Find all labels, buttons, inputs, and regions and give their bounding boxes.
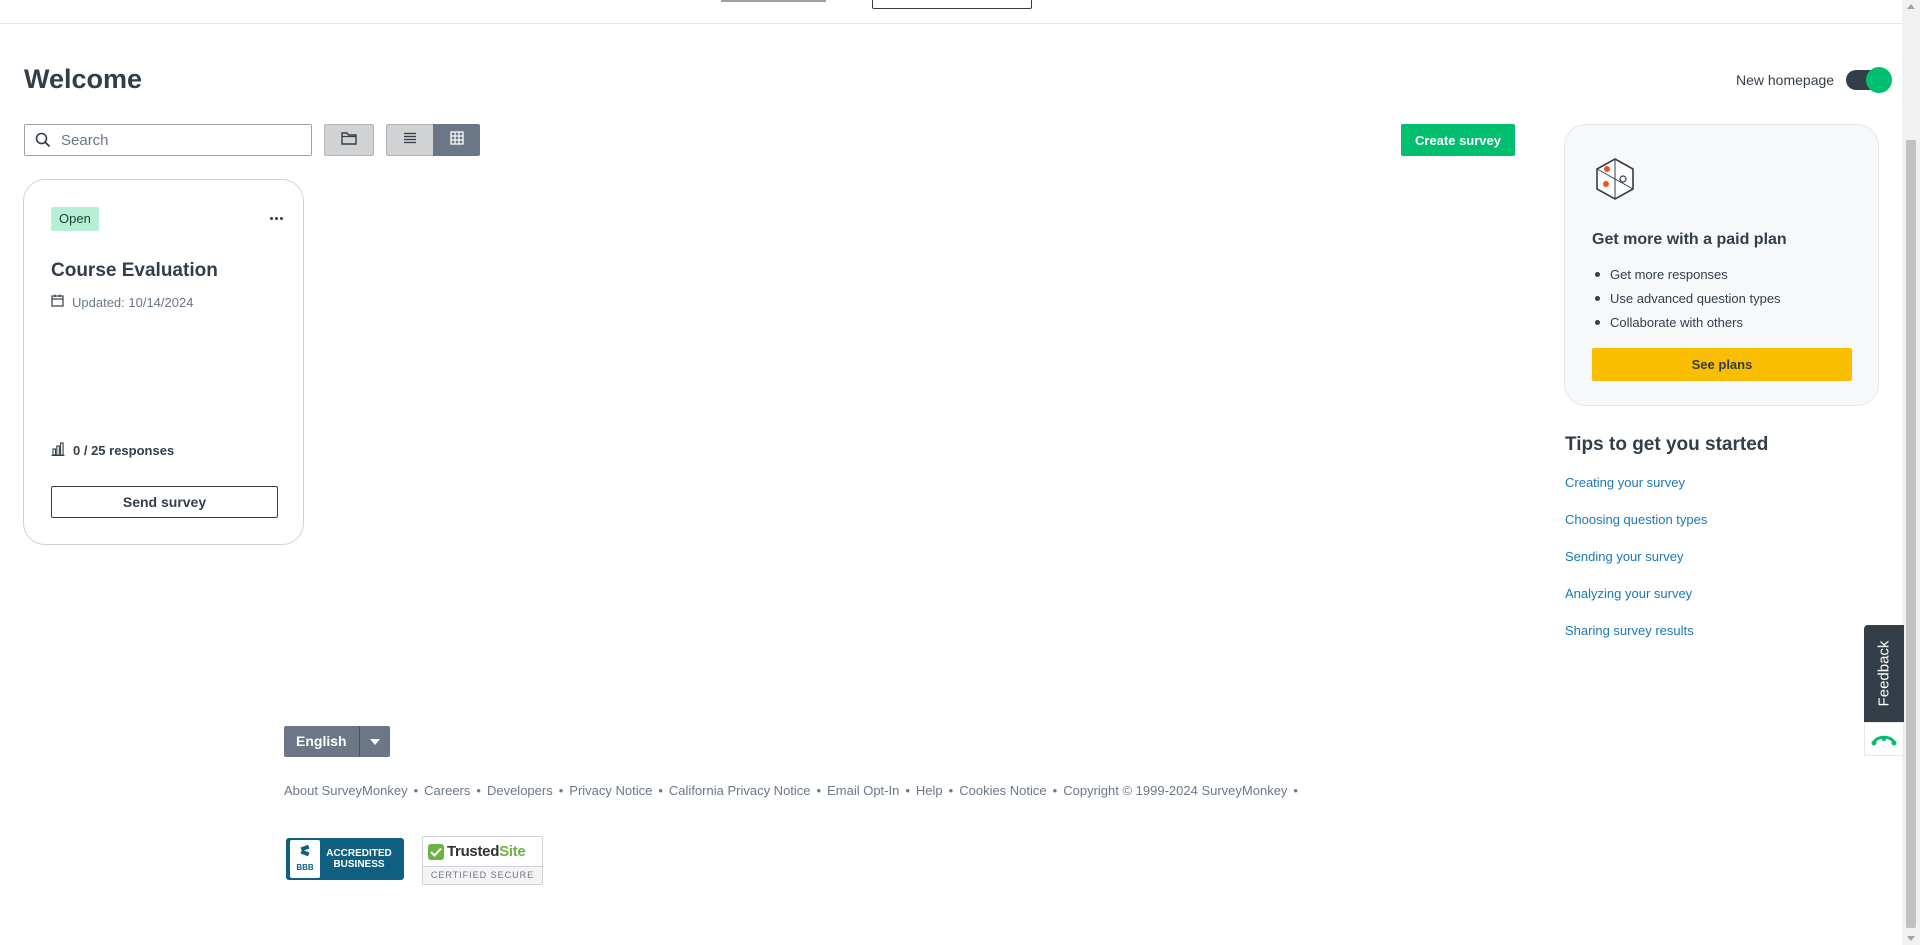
footer-link-email-optin[interactable]: Email Opt-In [827, 783, 899, 798]
tip-link-sharing[interactable]: Sharing survey results [1565, 623, 1694, 638]
list-view-button[interactable] [386, 124, 434, 156]
header-outline-button[interactable] [872, 0, 1032, 9]
paid-plan-icon [1593, 157, 1637, 206]
new-homepage-toggle-group: New homepage [1736, 67, 1893, 93]
scroll-down-icon[interactable] [1907, 936, 1915, 941]
scrollbar-thumb[interactable] [1906, 140, 1916, 928]
footer-link-help[interactable]: Help [916, 783, 943, 798]
promo-title: Get more with a paid plan [1592, 231, 1787, 248]
calendar-icon [51, 294, 64, 310]
footer-copyright: Copyright © 1999-2024 SurveyMonkey [1063, 783, 1288, 798]
tip-link-question-types[interactable]: Choosing question types [1565, 512, 1707, 527]
top-header [0, 0, 1902, 24]
toggle-knob [1866, 67, 1893, 93]
language-label: English [284, 726, 359, 757]
footer-link-careers[interactable]: Careers [424, 783, 470, 798]
svg-text:BBB: BBB [296, 863, 314, 872]
folder-button[interactable] [324, 124, 374, 156]
grid-icon [449, 130, 464, 150]
more-icon [269, 216, 273, 220]
see-plans-button[interactable]: See plans [1592, 348, 1852, 381]
survey-responses-text: 0 / 25 responses [73, 443, 175, 458]
bbb-badge-text: ACCREDITED BUSINESS [326, 848, 392, 870]
search-icon [25, 132, 61, 148]
bar-chart-icon [51, 442, 65, 459]
page-title: Welcome [24, 64, 143, 94]
footer-links: About SurveyMonkey • Careers • Developers •… [284, 783, 1298, 798]
send-survey-button[interactable]: Send survey [51, 486, 278, 518]
feedback-label: Feedback [1875, 640, 1893, 707]
header-active-tab-indicator[interactable] [721, 0, 826, 2]
new-homepage-label: New homepage [1736, 72, 1835, 88]
paid-plan-promo: Get more with a paid plan Get more respo… [1564, 124, 1879, 406]
survey-updated: Updated: 10/14/2024 [51, 294, 193, 310]
list-icon [403, 131, 417, 149]
tip-link-analyzing[interactable]: Analyzing your survey [1565, 586, 1692, 601]
trustedsite-name: TrustedSite [447, 843, 526, 860]
search-input[interactable] [61, 131, 301, 149]
survey-card[interactable]: Open Course Evaluation Updated: 10/14/20… [23, 179, 304, 545]
language-select[interactable]: English [284, 726, 390, 757]
tip-link-sending[interactable]: Sending your survey [1565, 549, 1684, 564]
folder-icon [341, 131, 357, 150]
tips-list: Creating your survey Choosing question t… [1565, 474, 1707, 659]
create-survey-button[interactable]: Create survey [1401, 124, 1515, 156]
more-options-button[interactable] [264, 208, 288, 228]
survey-updated-text: Updated: 10/14/2024 [72, 294, 194, 310]
promo-benefits: Get more responses Use advanced question… [1592, 262, 1781, 334]
footer-link-about[interactable]: About SurveyMonkey [284, 783, 408, 798]
footer-link-cookies[interactable]: Cookies Notice [959, 783, 1046, 798]
surveymonkey-logo-icon[interactable] [1864, 722, 1904, 756]
scroll-up-icon[interactable] [1907, 4, 1915, 9]
page-scrollbar[interactable] [1902, 0, 1920, 945]
tip-link-creating[interactable]: Creating your survey [1565, 475, 1685, 490]
tips-title: Tips to get you started [1565, 434, 1769, 455]
chevron-down-icon[interactable] [358, 726, 390, 757]
survey-responses: 0 / 25 responses [51, 442, 174, 459]
bbb-accredited-badge[interactable]: BBB ACCREDITED BUSINESS [286, 838, 404, 880]
search-field[interactable] [24, 124, 312, 156]
bbb-seal-icon: BBB [290, 840, 320, 878]
trustedsite-subtext: CERTIFIED SECURE [423, 866, 542, 884]
footer-link-privacy[interactable]: Privacy Notice [569, 783, 652, 798]
footer-link-developers[interactable]: Developers [487, 783, 553, 798]
promo-benefit: Collaborate with others [1592, 310, 1781, 334]
promo-benefit: Get more responses [1592, 262, 1781, 286]
check-icon [428, 843, 444, 860]
promo-benefit: Use advanced question types [1592, 286, 1781, 310]
status-badge: Open [51, 207, 99, 231]
trustedsite-badge[interactable]: TrustedSite CERTIFIED SECURE [422, 836, 543, 885]
footer-link-california-privacy[interactable]: California Privacy Notice [669, 783, 811, 798]
feedback-tab[interactable]: Feedback [1864, 625, 1904, 722]
new-homepage-toggle[interactable] [1846, 67, 1893, 93]
survey-title[interactable]: Course Evaluation [51, 260, 218, 282]
grid-view-button[interactable] [433, 124, 480, 156]
